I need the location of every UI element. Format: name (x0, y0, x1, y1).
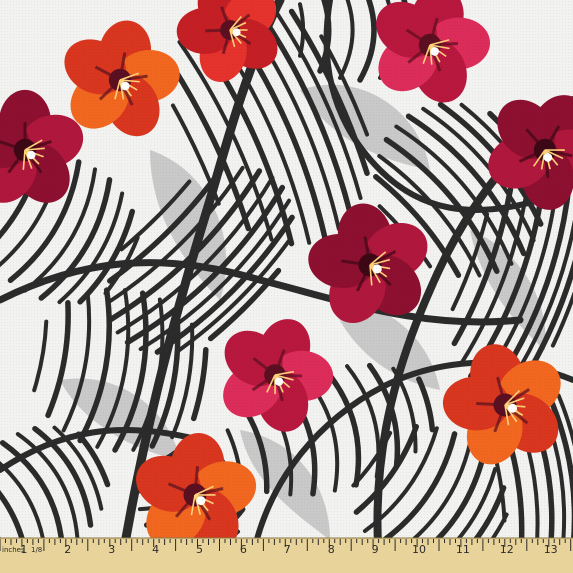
ruler-number: 9 (372, 543, 379, 556)
ruler-number: 13 (544, 543, 558, 556)
weave-texture (0, 0, 573, 573)
ruler-number: 7 (284, 543, 291, 556)
measuring-ruler: inches 1/8 1 2 3 4 5 6 7 8 9 10 11 12 13 (0, 537, 573, 573)
ruler-number: 2 (64, 543, 71, 556)
fabric-pattern: inches 1/8 1 2 3 4 5 6 7 8 9 10 11 12 13 (0, 0, 573, 573)
ruler-number: 12 (500, 543, 514, 556)
ruler-number: 10 (412, 543, 426, 556)
ruler-number: 3 (108, 543, 115, 556)
ruler-number: 1 (20, 543, 27, 556)
ruler-fraction-label: 1/8 (31, 546, 42, 554)
ruler-number: 6 (240, 543, 247, 556)
ruler-number: 8 (328, 543, 335, 556)
ruler-number: 11 (456, 543, 470, 556)
ruler-number: 5 (196, 543, 203, 556)
ruler-number: 4 (152, 543, 159, 556)
